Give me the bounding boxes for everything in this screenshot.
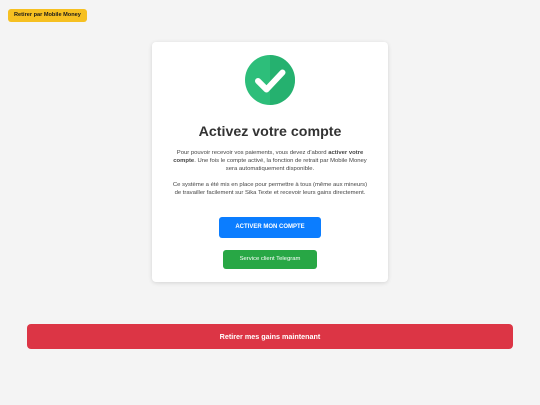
- card-title: Activez votre compte: [198, 124, 342, 140]
- activation-explanation: Pour pouvoir recevoir vos paiements, vou…: [170, 150, 370, 174]
- telegram-support-button[interactable]: Service client Telegram: [223, 250, 317, 269]
- page: Retirer par Mobile Money Activez votre c…: [0, 0, 540, 405]
- check-circle-icon: [245, 55, 295, 105]
- withdraw-earnings-button[interactable]: Retirer mes gains maintenant: [27, 324, 513, 349]
- withdraw-mobile-money-button[interactable]: Retirer par Mobile Money: [8, 9, 87, 22]
- activate-account-button[interactable]: ACTIVER MON COMPTE: [219, 217, 321, 238]
- activation-card: Activez votre compte Pour pouvoir recevo…: [152, 42, 388, 282]
- explanation-text-end: . Une fois le compte activé, la fonction…: [194, 157, 367, 172]
- system-explanation: Ce système a été mis en place pour perme…: [172, 182, 368, 196]
- explanation-text-start: Pour pouvoir recevoir vos paiements, vou…: [176, 150, 329, 156]
